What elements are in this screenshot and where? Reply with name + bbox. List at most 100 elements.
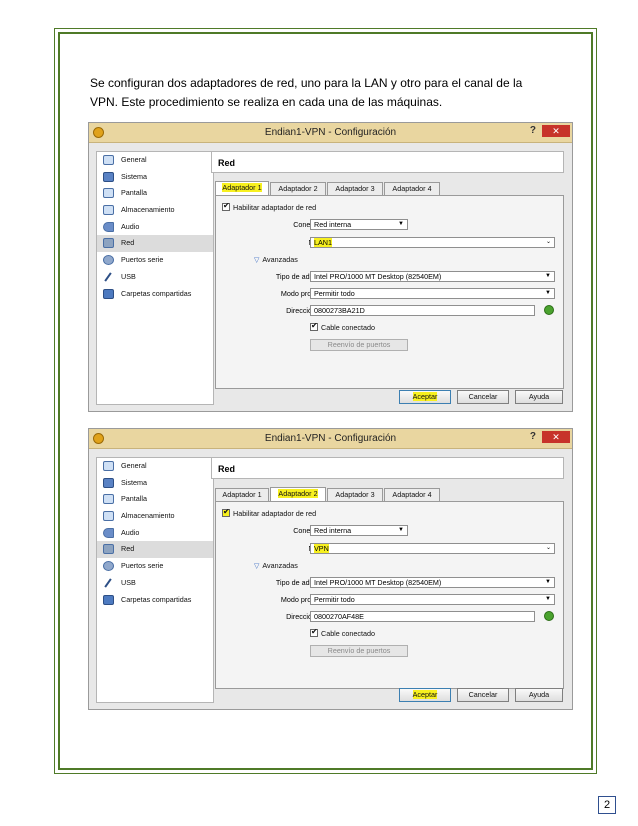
cable-connected-label: Cable conectado bbox=[321, 629, 375, 638]
promisc-select[interactable]: Permitir todo ▼ bbox=[310, 594, 555, 605]
refresh-mac-icon[interactable] bbox=[544, 611, 554, 621]
mac-input[interactable]: 0800270AF48E bbox=[310, 611, 535, 622]
adapter-panel: Habilitar adaptador de red Conectado a: … bbox=[215, 501, 564, 689]
tab-label: Adaptador 3 bbox=[335, 184, 375, 193]
dialog-titlebar: Endian1-VPN - Configuración ? ✕ bbox=[89, 429, 572, 449]
port-forwarding-button[interactable]: Reenvío de puertos bbox=[310, 339, 408, 351]
close-button[interactable]: ✕ bbox=[542, 125, 570, 137]
tab-adaptador-3[interactable]: Adaptador 3 bbox=[327, 488, 383, 501]
section-title: Red bbox=[211, 151, 564, 173]
settings-sidebar: General Sistema Pantalla Almacenamiento … bbox=[96, 457, 214, 703]
sidebar-item-label: General bbox=[121, 155, 147, 164]
cancel-button[interactable]: Cancelar bbox=[457, 688, 509, 702]
sidebar-item-almacenamiento[interactable]: Almacenamiento bbox=[97, 508, 213, 525]
help-title-button[interactable]: ? bbox=[530, 431, 536, 442]
sidebar-item-sistema[interactable]: Sistema bbox=[97, 169, 213, 186]
tab-label: Adaptador 3 bbox=[335, 490, 375, 499]
sidebar-item-audio[interactable]: Audio bbox=[97, 525, 213, 542]
sidebar-item-label: Audio bbox=[121, 527, 140, 537]
mac-value: 0800270AF48E bbox=[314, 612, 364, 621]
sidebar-item-general[interactable]: General bbox=[97, 458, 213, 475]
sidebar-item-red[interactable]: Red bbox=[97, 541, 213, 559]
network-icon bbox=[103, 544, 114, 555]
dropdown-arrow-icon: ▼ bbox=[545, 579, 551, 585]
sidebar-item-carpetas-compartidas[interactable]: Carpetas compartidas bbox=[97, 592, 213, 609]
sidebar-item-red[interactable]: Red bbox=[97, 235, 213, 253]
sidebar-item-label: Pantalla bbox=[121, 494, 147, 504]
cancel-button[interactable]: Cancelar bbox=[457, 390, 509, 404]
tab-adaptador-2[interactable]: Adaptador 2 bbox=[270, 487, 326, 501]
accept-label: Aceptar bbox=[412, 690, 438, 699]
sidebar-item-puertos-serie[interactable]: Puertos serie bbox=[97, 558, 213, 575]
section-title: Red bbox=[211, 457, 564, 479]
help-title-button[interactable]: ? bbox=[530, 125, 536, 136]
folder-icon bbox=[103, 288, 114, 299]
sidebar-item-label: USB bbox=[121, 577, 136, 587]
name-combobox[interactable]: VPN ⌄ bbox=[310, 543, 555, 554]
sidebar-item-label: Red bbox=[121, 238, 135, 248]
sidebar-item-puertos-serie[interactable]: Puertos serie bbox=[97, 252, 213, 269]
sidebar-item-sistema[interactable]: Sistema bbox=[97, 475, 213, 492]
accept-button[interactable]: Aceptar bbox=[399, 688, 451, 702]
promisc-value: Permitir todo bbox=[314, 289, 355, 298]
dropdown-arrow-icon: ▼ bbox=[398, 221, 404, 227]
tab-label: Adaptador 2 bbox=[278, 489, 318, 498]
sidebar-item-almacenamiento[interactable]: Almacenamiento bbox=[97, 202, 213, 219]
tab-adaptador-4[interactable]: Adaptador 4 bbox=[384, 488, 440, 501]
accept-button[interactable]: Aceptar bbox=[399, 390, 451, 404]
help-button[interactable]: Ayuda bbox=[515, 390, 563, 404]
serial-port-icon bbox=[103, 255, 114, 266]
name-combobox[interactable]: LAN1 ⌄ bbox=[310, 237, 555, 248]
adapter-type-select[interactable]: Intel PRO/1000 MT Desktop (82540EM) ▼ bbox=[310, 271, 555, 282]
dialog-title: Endian1-VPN - Configuración bbox=[264, 433, 397, 444]
settings-main-panel: Red Adaptador 1 Adaptador 2 Adaptador 3 … bbox=[211, 457, 564, 702]
enable-adapter-checkbox[interactable]: Habilitar adaptador de red bbox=[222, 201, 316, 212]
usb-icon bbox=[103, 272, 114, 282]
cable-connected-label: Cable conectado bbox=[321, 323, 375, 332]
advanced-label: Avanzadas bbox=[262, 561, 298, 570]
intro-paragraph: Se configuran dos adaptadores de red, un… bbox=[90, 74, 570, 112]
adapter-type-value: Intel PRO/1000 MT Desktop (82540EM) bbox=[314, 578, 442, 587]
advanced-toggle[interactable]: ▽ Avanzadas bbox=[254, 255, 298, 264]
cable-connected-checkbox[interactable]: Cable conectado bbox=[310, 321, 375, 332]
adapter-type-select[interactable]: Intel PRO/1000 MT Desktop (82540EM) ▼ bbox=[310, 577, 555, 588]
sidebar-item-label: USB bbox=[121, 271, 136, 281]
promisc-select[interactable]: Permitir todo ▼ bbox=[310, 288, 555, 299]
checkmark-icon bbox=[310, 627, 318, 637]
sidebar-item-label: Sistema bbox=[121, 477, 147, 487]
attached-select[interactable]: Red interna ▼ bbox=[310, 219, 408, 230]
sidebar-item-label: Carpetas compartidas bbox=[121, 594, 192, 604]
general-icon bbox=[103, 155, 114, 165]
mac-value: 0800273BA21D bbox=[314, 306, 365, 315]
enable-adapter-checkbox[interactable]: Habilitar adaptador de red bbox=[222, 507, 316, 518]
sidebar-item-usb[interactable]: USB bbox=[97, 575, 213, 592]
intro-line-1: Se configuran dos adaptadores de red, un… bbox=[90, 76, 523, 90]
tab-adaptador-4[interactable]: Adaptador 4 bbox=[384, 182, 440, 195]
refresh-mac-icon[interactable] bbox=[544, 305, 554, 315]
sidebar-item-label: Sistema bbox=[121, 171, 147, 181]
tab-adaptador-3[interactable]: Adaptador 3 bbox=[327, 182, 383, 195]
close-button[interactable]: ✕ bbox=[542, 431, 570, 443]
usb-icon bbox=[103, 578, 114, 588]
sidebar-item-general[interactable]: General bbox=[97, 152, 213, 169]
accept-label: Aceptar bbox=[412, 392, 438, 401]
sidebar-item-pantalla[interactable]: Pantalla bbox=[97, 185, 213, 202]
tab-adaptador-1[interactable]: Adaptador 1 bbox=[215, 181, 269, 195]
dialog-titlebar: Endian1-VPN - Configuración ? ✕ bbox=[89, 123, 572, 143]
tab-adaptador-1[interactable]: Adaptador 1 bbox=[215, 488, 269, 501]
port-forwarding-button[interactable]: Reenvío de puertos bbox=[310, 645, 408, 657]
intro-line-2: VPN. Este procedimiento se realiza en ca… bbox=[90, 95, 443, 109]
help-button[interactable]: Ayuda bbox=[515, 688, 563, 702]
mac-input[interactable]: 0800273BA21D bbox=[310, 305, 535, 316]
adapter-type-value: Intel PRO/1000 MT Desktop (82540EM) bbox=[314, 272, 442, 281]
advanced-toggle[interactable]: ▽ Avanzadas bbox=[254, 561, 298, 570]
sidebar-item-label: General bbox=[121, 461, 147, 470]
tab-adaptador-2[interactable]: Adaptador 2 bbox=[270, 182, 326, 195]
sidebar-item-usb[interactable]: USB bbox=[97, 269, 213, 286]
sidebar-item-carpetas-compartidas[interactable]: Carpetas compartidas bbox=[97, 286, 213, 303]
cable-connected-checkbox[interactable]: Cable conectado bbox=[310, 627, 375, 638]
sidebar-item-label: Carpetas compartidas bbox=[121, 288, 192, 298]
sidebar-item-pantalla[interactable]: Pantalla bbox=[97, 491, 213, 508]
attached-select[interactable]: Red interna ▼ bbox=[310, 525, 408, 536]
sidebar-item-audio[interactable]: Audio bbox=[97, 219, 213, 236]
